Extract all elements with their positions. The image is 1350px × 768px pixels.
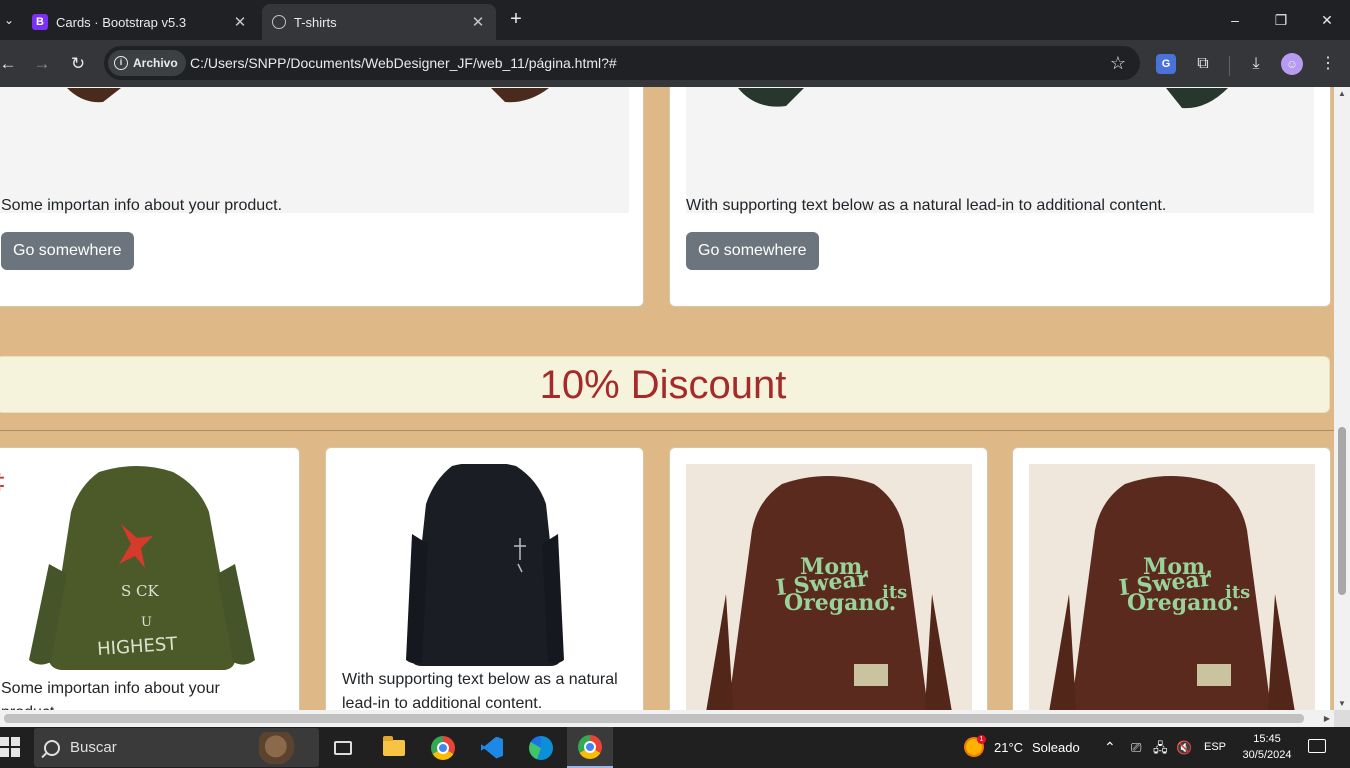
folder-icon [383, 735, 405, 756]
horizontal-scrollbar[interactable]: ▶ [0, 710, 1334, 727]
tab-title: T-shirts [294, 14, 337, 30]
search-highlight-image [259, 732, 301, 764]
edge-taskbar-button[interactable] [518, 727, 564, 768]
globe-icon [272, 15, 286, 29]
search-placeholder: Buscar [70, 739, 117, 756]
section-divider [0, 430, 1334, 431]
browser-toolbar: ← → ↻ i Archivo C:/Users/SNPP/Documents/… [0, 40, 1350, 87]
tab-strip: ⌄ B Cards · Bootstrap v5.3 ✕ T-shirts ✕ … [0, 0, 1350, 40]
product-card: Mom, I Swear its Oregano. [1012, 447, 1331, 710]
go-somewhere-button[interactable]: Go somewhere [686, 232, 819, 270]
card-text: With supporting text below as a natural … [342, 671, 618, 710]
security-chip-label: Archivo [133, 56, 178, 70]
taskbar-clock[interactable]: 15:45 30/5/2024 [1236, 731, 1298, 763]
scroll-up-icon[interactable]: ▲ [1334, 89, 1350, 98]
vscode-icon [481, 736, 503, 759]
brown-hoodie-image: Mom, I Swear its Oregano. [1049, 476, 1295, 710]
hoodie-print-text: Oregano. [784, 590, 896, 616]
product-card: Some importan info about your product. G… [0, 87, 644, 307]
tab-close-icon[interactable]: ✕ [470, 13, 486, 31]
chrome-icon [431, 735, 455, 760]
reload-button[interactable]: ↻ [64, 50, 92, 78]
url-text[interactable]: C:/Users/SNPP/Documents/WebDesigner_JF/w… [190, 46, 617, 80]
tab-tshirts[interactable]: T-shirts ✕ [262, 4, 496, 40]
network-icon[interactable]: 🖧 [1153, 727, 1168, 768]
scrollbar-thumb[interactable] [1338, 427, 1346, 595]
maximize-button[interactable]: ❐ [1258, 0, 1304, 40]
product-card: With supporting text below as a natural … [669, 87, 1331, 307]
product-image [342, 464, 628, 668]
tab-close-icon[interactable]: ✕ [232, 13, 248, 31]
edge-icon [529, 735, 553, 760]
card-text: Some importan info about your product. [1, 680, 220, 710]
chrome-active-taskbar-button[interactable] [567, 727, 613, 768]
back-button[interactable]: ← [0, 50, 22, 78]
tab-cards-bootstrap[interactable]: B Cards · Bootstrap v5.3 ✕ [22, 4, 258, 40]
clock-date: 30/5/2024 [1242, 749, 1292, 761]
product-card: S CK U HIGHEST ‡ Some importan info abou… [0, 447, 300, 710]
file-explorer-button[interactable] [371, 727, 417, 768]
language-indicator[interactable]: ESP [1204, 727, 1226, 768]
camera-icon[interactable]: ⎚ [1131, 727, 1141, 768]
product-image: S CK U HIGHEST [1, 464, 291, 678]
clock-time: 15:45 [1253, 733, 1281, 745]
search-icon [44, 739, 60, 756]
discount-heading: 10% Discount [539, 363, 787, 407]
extensions-icon[interactable]: ⧉ [1189, 50, 1217, 78]
vscode-taskbar-button[interactable] [469, 727, 515, 768]
minimize-button[interactable]: – [1212, 0, 1258, 40]
chrome-icon [578, 734, 602, 759]
scroll-right-icon[interactable]: ▶ [1324, 710, 1330, 727]
tab-title: Cards · Bootstrap v5.3 [56, 14, 187, 30]
task-view-button[interactable] [320, 727, 366, 768]
notification-icon[interactable] [1308, 739, 1326, 753]
product-card: With supporting text below as a natural … [325, 447, 644, 710]
tab-search-chevron-icon[interactable]: ⌄ [0, 8, 18, 32]
menu-icon[interactable]: ⋮ [1314, 50, 1342, 78]
vertical-scrollbar[interactable]: ▲ ▼ [1334, 87, 1350, 710]
windows-taskbar: Buscar 1 21°C Soleado ⌃ ⎚ 🖧 🔇 ESP 15:45 … [0, 727, 1350, 768]
product-image: Mom, I Swear its Oregano. [1029, 464, 1315, 710]
toolbar-divider [1229, 56, 1230, 76]
scroll-down-icon[interactable]: ▼ [1334, 699, 1350, 708]
profile-avatar[interactable]: ☺ [1281, 53, 1303, 75]
black-hoodie-image [406, 464, 564, 666]
weather-badge: 1 [977, 735, 986, 744]
card-text: Some importan info about your product. [1, 197, 283, 214]
star-icon[interactable]: ☆ [1110, 46, 1126, 80]
forward-button[interactable]: → [28, 50, 56, 78]
site-info-chip[interactable]: i Archivo [108, 50, 186, 76]
scrollbar-corner [1334, 710, 1350, 727]
task-view-icon [334, 740, 352, 755]
hoodie-print-text: Oregano. [1127, 590, 1239, 616]
hoodie-print-text: S CK [121, 582, 160, 600]
translate-icon[interactable]: G [1156, 54, 1176, 74]
bootstrap-icon: B [32, 14, 48, 30]
discount-banner: 10% Discount [0, 356, 1330, 413]
product-image: Mom, I Swear its Oregano. [686, 464, 972, 710]
brown-hoodie-image: Mom, I Swear its Oregano. [706, 476, 952, 710]
green-hoodie-image: S CK U HIGHEST [29, 466, 255, 670]
go-somewhere-button[interactable]: Go somewhere [1, 232, 134, 270]
download-icon[interactable]: ⤓ [1242, 50, 1270, 78]
chevron-up-icon[interactable]: ⌃ [1104, 727, 1116, 768]
address-bar[interactable]: i Archivo C:/Users/SNPP/Documents/WebDes… [104, 46, 1140, 80]
product-card: Mom, I Swear its Oregano. [669, 447, 988, 710]
info-icon: i [114, 56, 128, 70]
weather-condition[interactable]: Soleado [1032, 727, 1080, 768]
volume-muted-icon[interactable]: 🔇 [1176, 727, 1192, 768]
scrollbar-thumb[interactable] [4, 714, 1304, 723]
chrome-taskbar-button[interactable] [420, 727, 466, 768]
close-window-button[interactable]: ✕ [1304, 0, 1350, 40]
taskbar-search-box[interactable]: Buscar [34, 728, 319, 767]
card-text: With supporting text below as a natural … [686, 197, 1167, 214]
weather-temp[interactable]: 21°C [994, 727, 1023, 768]
new-tab-button[interactable]: + [504, 8, 528, 32]
hoodie-print-text: U [141, 615, 152, 630]
page-viewport: Some importan info about your product. G… [0, 87, 1334, 710]
windows-start-icon[interactable] [0, 737, 20, 757]
red-mark-icon: ‡ [0, 470, 5, 494]
